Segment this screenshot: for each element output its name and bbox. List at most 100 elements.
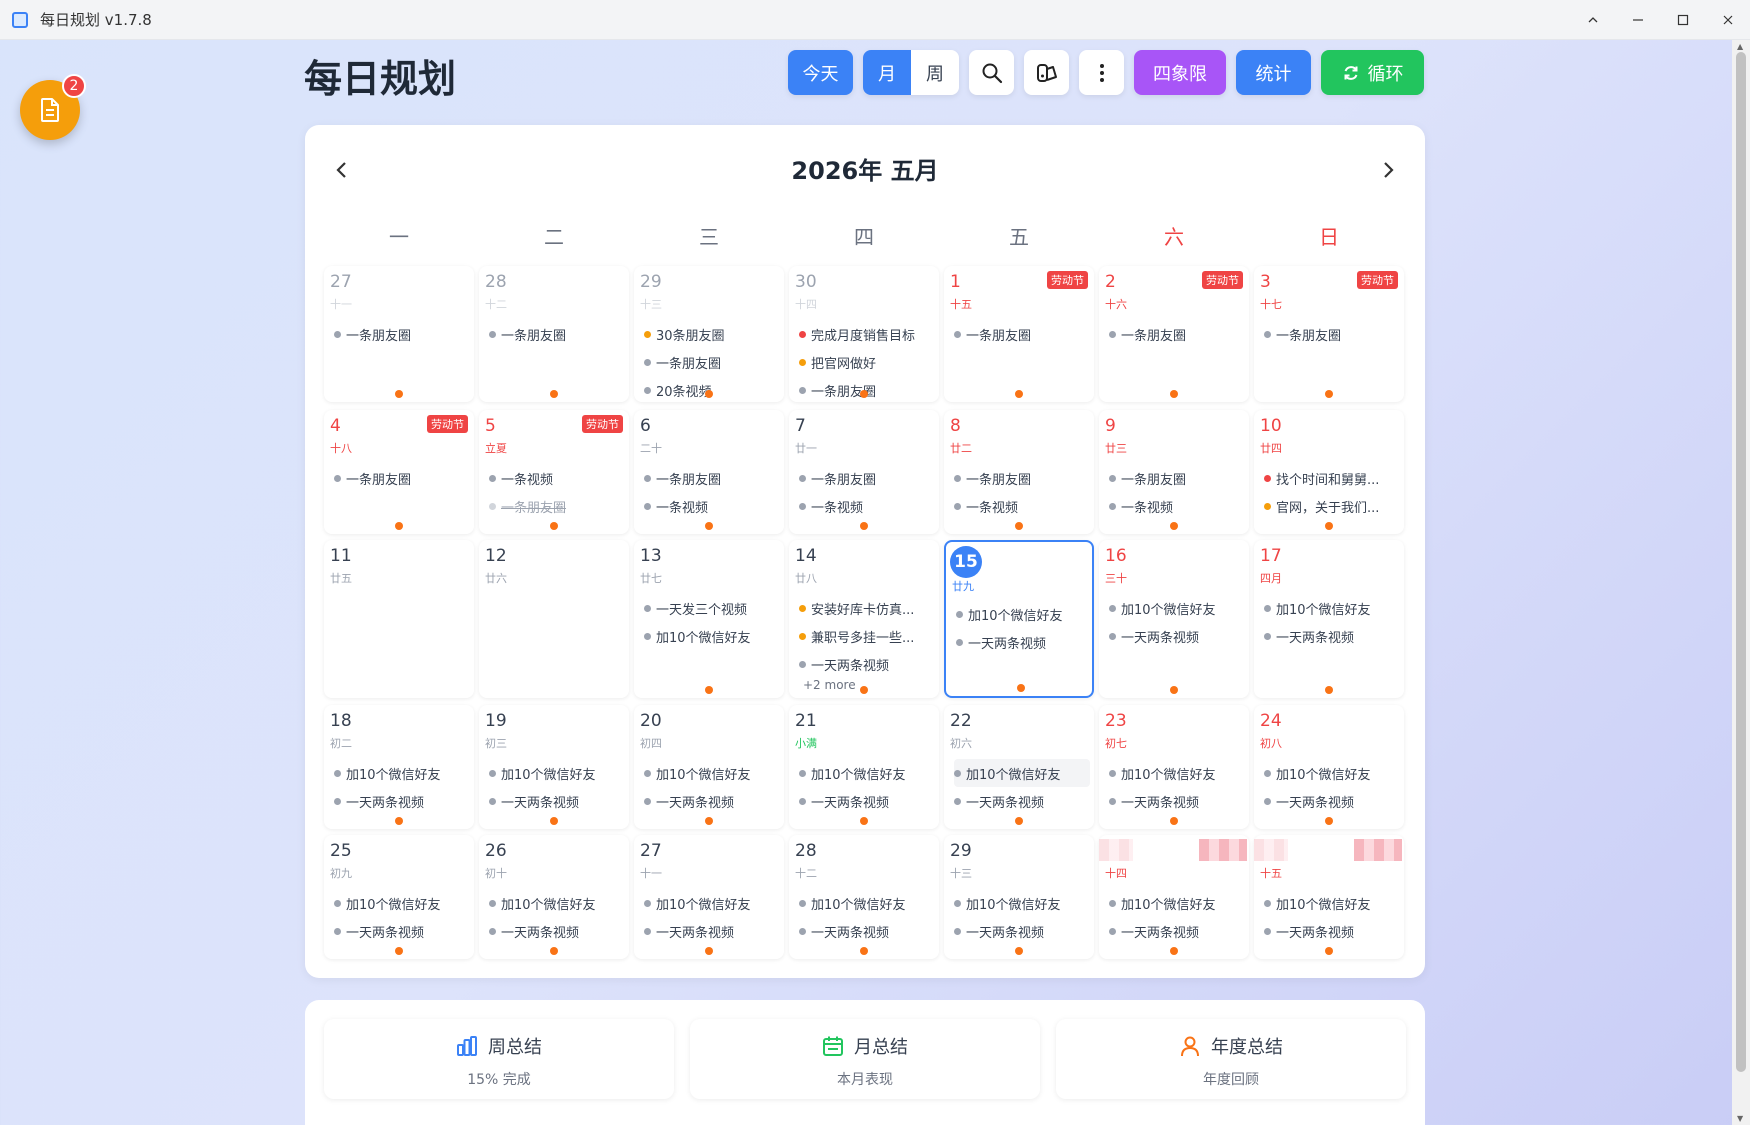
task-item[interactable]: 一天两条视频: [489, 917, 625, 945]
task-item[interactable]: 一条朋友圈: [1264, 320, 1400, 348]
task-item[interactable]: 一天两条视频: [1109, 787, 1245, 815]
calendar-day-cell[interactable]: 18 初二 加10个微信好友 一天两条视频: [324, 705, 474, 829]
task-item[interactable]: 一条朋友圈: [489, 492, 625, 520]
task-item[interactable]: 一条朋友圈: [1109, 464, 1245, 492]
task-item[interactable]: 加10个微信好友: [1109, 594, 1245, 622]
stats-button[interactable]: 统计: [1236, 50, 1311, 95]
calendar-day-cell[interactable]: 28 十二 一条朋友圈: [479, 266, 629, 402]
week-summary[interactable]: 周总结 15% 完成: [324, 1019, 674, 1099]
task-item[interactable]: 一条朋友圈: [644, 348, 780, 376]
calendar-day-cell[interactable]: 14 廿八 安装好库卡仿真... 兼职号多挂一些... 一天两条视频 +2 more: [789, 540, 939, 698]
task-item[interactable]: 一天两条视频: [1109, 622, 1245, 650]
calendar-day-cell[interactable]: 13 廿七 一天发三个视频 加10个微信好友: [634, 540, 784, 698]
calendar-day-cell[interactable]: 25 初九 加10个微信好友 一天两条视频: [324, 835, 474, 959]
more-tasks-link[interactable]: +2 more: [803, 678, 935, 698]
task-item[interactable]: 一条朋友圈: [644, 464, 780, 492]
task-item[interactable]: 加10个微信好友: [644, 759, 780, 787]
calendar-day-cell[interactable]: 4 十八 劳动节 一条朋友圈: [324, 410, 474, 534]
scroll-down-icon[interactable]: ▼: [1737, 1114, 1743, 1123]
task-item[interactable]: 一天两条视频: [954, 787, 1090, 815]
task-item[interactable]: 一条朋友圈: [799, 464, 935, 492]
task-item[interactable]: 加10个微信好友: [644, 889, 780, 917]
calendar-day-cell[interactable]: 29 十三 30条朋友圈 一条朋友圈 20条视频: [634, 266, 784, 402]
today-button[interactable]: 今天: [788, 50, 853, 95]
task-item[interactable]: 加10个微信好友: [954, 759, 1090, 787]
task-item[interactable]: 一天两条视频: [954, 917, 1090, 945]
task-item[interactable]: 加10个微信好友: [956, 600, 1088, 628]
task-item[interactable]: 30条朋友圈: [644, 320, 780, 348]
task-item[interactable]: 加10个微信好友: [799, 759, 935, 787]
calendar-day-cell[interactable]: 7 廿一 一条朋友圈 一条视频: [789, 410, 939, 534]
task-item[interactable]: 一条视频: [1109, 492, 1245, 520]
task-item[interactable]: 一天两条视频: [1264, 917, 1400, 945]
calendar-day-cell[interactable]: 28 十二 加10个微信好友 一天两条视频: [789, 835, 939, 959]
calendar-day-cell[interactable]: 26 初十 加10个微信好友 一天两条视频: [479, 835, 629, 959]
task-item[interactable]: 一条视频: [954, 492, 1090, 520]
collapse-icon[interactable]: [1570, 0, 1615, 40]
task-item[interactable]: 一条朋友圈: [334, 320, 470, 348]
calendar-day-cell[interactable]: 20 初四 加10个微信好友 一天两条视频: [634, 705, 784, 829]
calendar-day-cell[interactable]: 1 十五 劳动节 一条朋友圈: [944, 266, 1094, 402]
task-item[interactable]: 一天两条视频: [1264, 622, 1400, 650]
scroll-thumb[interactable]: [1736, 52, 1746, 1072]
task-item[interactable]: 加10个微信好友: [334, 889, 470, 917]
close-button[interactable]: [1705, 0, 1750, 40]
task-item[interactable]: 一条朋友圈: [954, 464, 1090, 492]
task-item[interactable]: 一条视频: [644, 492, 780, 520]
calendar-day-cell[interactable]: 23 初七 加10个微信好友 一天两条视频: [1099, 705, 1249, 829]
calendar-day-cell[interactable]: 2 十六 劳动节 一条朋友圈: [1099, 266, 1249, 402]
notes-float-button[interactable]: 2: [20, 74, 86, 140]
minimize-button[interactable]: [1615, 0, 1660, 40]
calendar-day-cell[interactable]: 十四 加10个微信好友 一天两条视频: [1099, 835, 1249, 959]
task-item[interactable]: 加10个微信好友: [1109, 889, 1245, 917]
calendar-day-cell[interactable]: 11 廿五: [324, 540, 474, 698]
task-item[interactable]: 加10个微信好友: [1264, 889, 1400, 917]
task-item[interactable]: 一条朋友圈: [799, 376, 935, 404]
task-item[interactable]: 一天两条视频: [799, 787, 935, 815]
calendar-day-cell[interactable]: 27 十一 加10个微信好友 一天两条视频: [634, 835, 784, 959]
task-item[interactable]: 把官网做好: [799, 348, 935, 376]
calendar-day-cell[interactable]: 19 初三 加10个微信好友 一天两条视频: [479, 705, 629, 829]
calendar-day-cell[interactable]: 24 初八 加10个微信好友 一天两条视频: [1254, 705, 1404, 829]
next-month-button[interactable]: [1373, 155, 1403, 185]
year-summary[interactable]: 年度总结 年度回顾: [1056, 1019, 1406, 1099]
more-button[interactable]: [1079, 50, 1124, 95]
calendar-day-cell[interactable]: 30 十四 完成月度销售目标 把官网做好 一条朋友圈: [789, 266, 939, 402]
task-item[interactable]: 完成月度销售目标: [799, 320, 935, 348]
task-item[interactable]: 一天两条视频: [334, 917, 470, 945]
calendar-day-cell[interactable]: 9 廿三 一条朋友圈 一条视频: [1099, 410, 1249, 534]
task-item[interactable]: 一天两条视频: [489, 787, 625, 815]
calendar-day-cell[interactable]: 10 廿四 找个时间和舅舅... 官网，关于我们...: [1254, 410, 1404, 534]
task-item[interactable]: 加10个微信好友: [489, 759, 625, 787]
quadrant-button[interactable]: 四象限: [1134, 50, 1226, 95]
task-item[interactable]: 一条朋友圈: [1109, 320, 1245, 348]
task-item[interactable]: 加10个微信好友: [1109, 759, 1245, 787]
search-button[interactable]: [969, 50, 1014, 95]
calendar-day-cell[interactable]: 十五 加10个微信好友 一天两条视频: [1254, 835, 1404, 959]
theme-button[interactable]: [1024, 50, 1069, 95]
task-item[interactable]: 安装好库卡仿真...: [799, 594, 935, 622]
task-item[interactable]: 一条朋友圈: [334, 464, 470, 492]
task-item[interactable]: 一天两条视频: [799, 650, 935, 678]
calendar-day-cell[interactable]: 22 初六 加10个微信好友 一天两条视频: [944, 705, 1094, 829]
calendar-day-cell[interactable]: 3 十七 劳动节 一条朋友圈: [1254, 266, 1404, 402]
task-item[interactable]: 一天两条视频: [1109, 917, 1245, 945]
task-item[interactable]: 一条朋友圈: [954, 320, 1090, 348]
task-item[interactable]: 一天两条视频: [799, 917, 935, 945]
task-item[interactable]: 加10个微信好友: [334, 759, 470, 787]
month-view-button[interactable]: 月: [863, 50, 911, 95]
task-item[interactable]: 加10个微信好友: [1264, 759, 1400, 787]
task-item[interactable]: 一天两条视频: [644, 787, 780, 815]
task-item[interactable]: 一天两条视频: [956, 628, 1088, 656]
task-item[interactable]: 一天两条视频: [644, 917, 780, 945]
task-item[interactable]: 找个时间和舅舅...: [1264, 464, 1400, 492]
week-view-button[interactable]: 周: [911, 50, 959, 95]
task-item[interactable]: 一条视频: [799, 492, 935, 520]
calendar-day-cell[interactable]: 17 四月 加10个微信好友 一天两条视频: [1254, 540, 1404, 698]
scroll-up-icon[interactable]: ▲: [1737, 42, 1743, 51]
cycle-button[interactable]: 循环: [1321, 50, 1424, 95]
task-item[interactable]: 官网，关于我们...: [1264, 492, 1400, 520]
calendar-day-cell[interactable]: 5 立夏 劳动节 一条视频 一条朋友圈: [479, 410, 629, 534]
month-summary[interactable]: 月总结 本月表现: [690, 1019, 1040, 1099]
calendar-day-cell[interactable]: 21 小满 加10个微信好友 一天两条视频: [789, 705, 939, 829]
